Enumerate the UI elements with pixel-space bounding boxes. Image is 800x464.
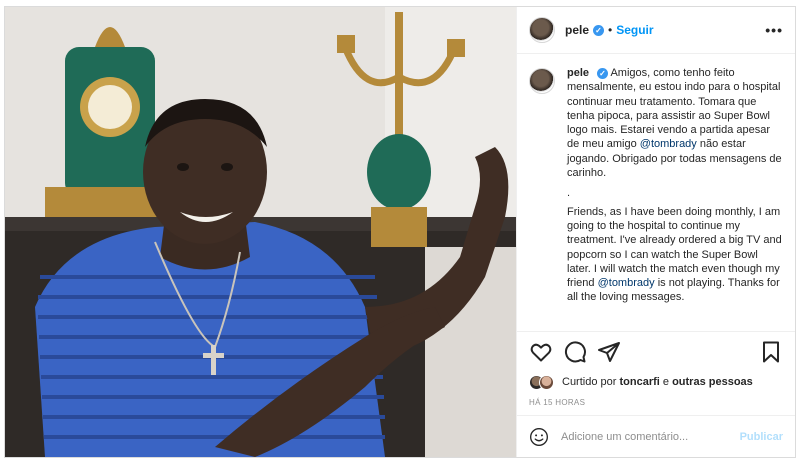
post-panel: pele ✓ • Seguir ••• pele ✓ Amigos, como t…: [516, 7, 795, 457]
comment-icon[interactable]: [563, 340, 587, 364]
smiley-icon[interactable]: [529, 427, 549, 447]
likes-prefix: Curtido por: [562, 376, 617, 388]
paper-plane-icon[interactable]: [597, 340, 621, 364]
instagram-post-window: pele ✓ • Seguir ••• pele ✓ Amigos, como t…: [4, 6, 796, 458]
verified-badge-icon: ✓: [597, 68, 609, 79]
avatar[interactable]: [529, 17, 555, 43]
others-likes-link[interactable]: outras pessoas: [672, 376, 753, 388]
caption-username-link[interactable]: pele: [567, 67, 589, 79]
verified-badge-icon: ✓: [593, 24, 605, 36]
heart-icon[interactable]: [529, 340, 553, 364]
liker-username-link[interactable]: toncarfi: [619, 376, 659, 388]
post-timestamp[interactable]: HÁ 15 HORAS: [517, 392, 795, 412]
caption-avatar[interactable]: [529, 68, 555, 94]
follow-button[interactable]: Seguir: [616, 23, 653, 37]
caption-body: pele ✓ Amigos, como tenho feito mensalmen…: [567, 66, 783, 331]
caption-pt: pele ✓ Amigos, como tenho feito mensalmen…: [567, 66, 783, 180]
post-photo-illustration: [5, 7, 516, 457]
publish-button[interactable]: Publicar: [740, 431, 783, 443]
caption: pele ✓ Amigos, como tenho feito mensalmen…: [517, 54, 795, 332]
likes-text: Curtido por toncarfi e outras pessoas: [562, 376, 753, 388]
liker-avatar[interactable]: [539, 374, 554, 390]
comment-input[interactable]: [561, 430, 740, 443]
likes-summary: Curtido por toncarfi e outras pessoas: [517, 372, 795, 392]
username-link[interactable]: pele: [565, 23, 589, 37]
comment-box: Publicar: [517, 415, 795, 457]
likes-suffix: e: [662, 376, 670, 388]
post-photo[interactable]: [5, 7, 516, 457]
more-options-icon[interactable]: •••: [765, 22, 783, 38]
post-header: pele ✓ • Seguir •••: [517, 7, 795, 54]
bookmark-icon[interactable]: [759, 340, 783, 364]
mention-link[interactable]: @tombrady: [640, 138, 697, 150]
caption-separator: .: [567, 187, 571, 200]
separator-dot: •: [608, 23, 613, 37]
mention-link[interactable]: @tombrady: [598, 277, 655, 289]
action-bar: [517, 332, 795, 372]
caption-en: Friends, as I have been doing monthly, I…: [567, 205, 783, 305]
